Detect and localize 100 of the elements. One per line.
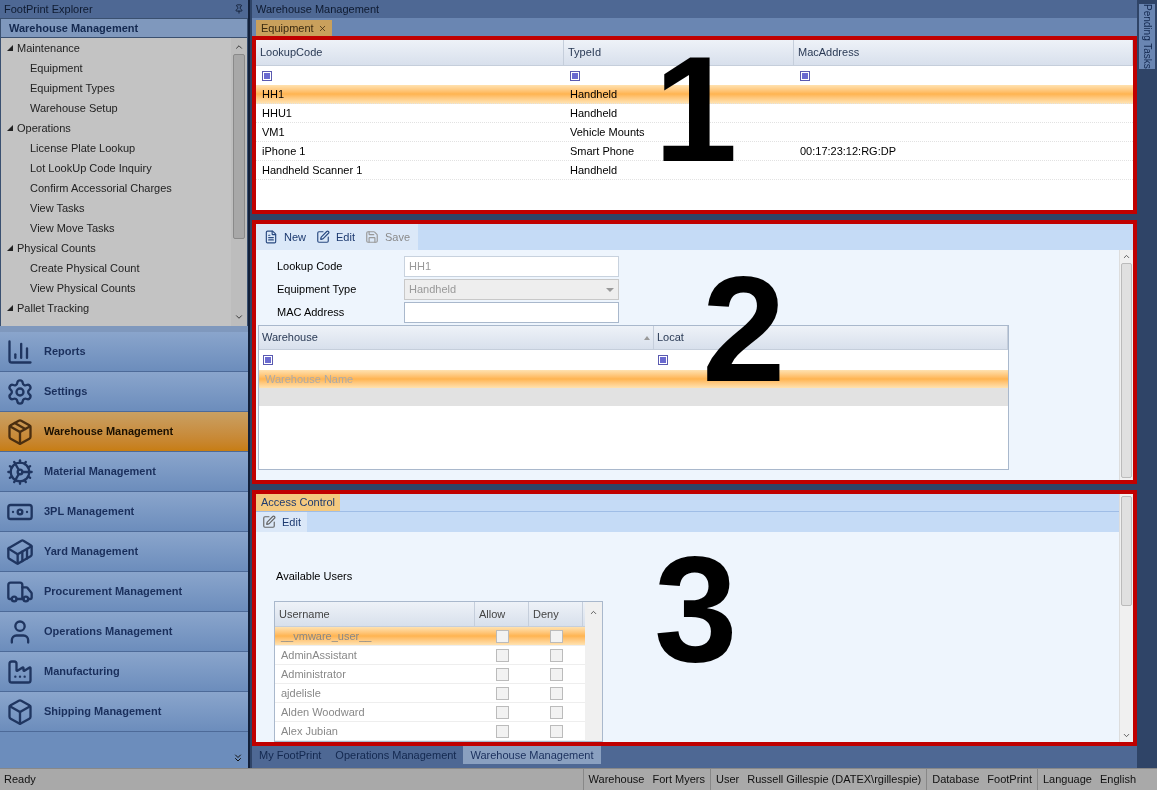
nav-button[interactable]: Material Management xyxy=(0,452,248,492)
checkbox[interactable] xyxy=(495,724,509,738)
save-icon xyxy=(365,230,379,244)
checkbox[interactable] xyxy=(495,705,509,719)
scroll-up-icon[interactable] xyxy=(234,42,244,52)
table-cell: Handheld xyxy=(570,106,618,119)
tree-item[interactable]: License Plate Lookup xyxy=(30,139,136,157)
nav-button[interactable]: Yard Management xyxy=(0,532,248,572)
column-header[interactable]: Warehouse xyxy=(259,326,654,349)
field-label: MAC Address xyxy=(277,305,346,321)
nav-button[interactable]: Warehouse Management xyxy=(0,412,248,452)
tree-item[interactable]: Equipment Types xyxy=(30,79,115,97)
panel-tab[interactable]: Access Control xyxy=(256,494,340,511)
column-header[interactable]: LookupCode xyxy=(256,40,564,65)
checkbox[interactable] xyxy=(549,724,563,738)
tree-item[interactable]: View Tasks xyxy=(30,199,85,217)
tree-item[interactable]: Warehouse Setup xyxy=(30,99,118,117)
box-icon xyxy=(6,697,34,726)
tree-item[interactable]: Equipment xyxy=(30,59,83,77)
document-icon xyxy=(264,230,278,244)
side-tab[interactable]: Pending Tasks xyxy=(1139,4,1155,69)
collapse-arrow-icon[interactable] xyxy=(7,45,13,51)
nav-button[interactable]: Reports xyxy=(0,332,248,372)
nav-button[interactable]: Manufacturing xyxy=(0,652,248,692)
column-header[interactable]: Allow xyxy=(475,602,529,626)
collapse-arrow-icon[interactable] xyxy=(7,125,13,131)
input-field[interactable] xyxy=(404,302,619,323)
column-header[interactable]: MacAddress xyxy=(794,40,1133,65)
tree-item[interactable]: View Move Tasks xyxy=(30,219,115,237)
toolbar-button[interactable]: New xyxy=(262,228,308,246)
toolbar-button[interactable]: Edit xyxy=(256,512,307,532)
status-value: Russell Gillespie (DATEX\rgillespie) xyxy=(747,772,922,788)
scroll-up-icon[interactable] xyxy=(1122,252,1131,261)
checkbox[interactable] xyxy=(495,629,509,643)
table-cell: VM1 xyxy=(262,125,285,138)
nav-button[interactable]: Shipping Management xyxy=(0,692,248,732)
checkbox[interactable] xyxy=(549,705,563,719)
status-value: FootPrint xyxy=(987,772,1032,788)
table-cell: ajdelisle xyxy=(281,686,321,699)
chevron-icon[interactable] xyxy=(232,752,244,764)
table-cell: iPhone 1 xyxy=(262,144,306,157)
nav-button[interactable]: Procurement Management xyxy=(0,572,248,612)
table-row[interactable]: Alex Jubian xyxy=(275,722,585,741)
table-cell: Warehouse Name xyxy=(265,372,354,385)
scroll-down-icon[interactable] xyxy=(234,312,244,322)
table-cell: Alden Woodward xyxy=(281,705,365,718)
table-cell: Administrator xyxy=(281,667,346,680)
tree-item[interactable]: Create Physical Count xyxy=(30,259,140,277)
nav-button[interactable]: 3PL Management xyxy=(0,492,248,532)
checkbox[interactable] xyxy=(549,629,563,643)
table-row[interactable]: AdminAssistant xyxy=(275,646,585,665)
tree-item[interactable]: Maintenance xyxy=(17,39,80,57)
tree-item[interactable]: Operations xyxy=(17,119,71,137)
table-row[interactable]: Alden Woodward xyxy=(275,703,585,722)
factory-icon xyxy=(6,657,34,686)
checkbox[interactable] xyxy=(549,648,563,662)
tree-item[interactable]: Confirm Accessorial Charges xyxy=(30,179,172,197)
workspace-tab[interactable]: Warehouse Management xyxy=(463,746,601,764)
section-caption: Available Users xyxy=(276,570,353,582)
toolbar-button[interactable]: Edit xyxy=(314,228,357,246)
scrollbar[interactable] xyxy=(585,602,602,741)
scroll-up-icon[interactable] xyxy=(589,608,598,617)
tree-item[interactable]: Physical Counts xyxy=(17,239,96,257)
gear-icon xyxy=(6,457,34,486)
status-label: Warehouse xyxy=(588,772,645,788)
close-icon[interactable] xyxy=(317,23,327,33)
status-value: Fort Myers xyxy=(652,772,705,788)
tree-item[interactable]: Lot LookUp Code Inquiry xyxy=(30,159,152,177)
workspace-title: Warehouse Management xyxy=(256,1,380,17)
tree-item[interactable]: View Physical Counts xyxy=(30,279,136,297)
checkbox[interactable] xyxy=(495,686,509,700)
table-cell: HHU1 xyxy=(262,106,292,119)
pin-icon[interactable] xyxy=(234,4,244,14)
checkbox[interactable] xyxy=(549,667,563,681)
scrollbar[interactable] xyxy=(231,38,247,326)
scrollbar[interactable] xyxy=(1119,250,1133,480)
field-label: Lookup Code xyxy=(277,259,344,275)
checkbox[interactable] xyxy=(495,648,509,662)
nav-button[interactable]: Operations Management xyxy=(0,612,248,652)
filter-icon xyxy=(262,70,272,81)
checkbox[interactable] xyxy=(549,686,563,700)
table-cell: Handheld xyxy=(570,163,618,176)
scroll-down-icon[interactable] xyxy=(1122,731,1131,740)
tree-item[interactable]: Pallet Tracking xyxy=(17,299,90,317)
column-header[interactable]: Username xyxy=(275,602,475,626)
scrollbar[interactable] xyxy=(1119,494,1133,742)
checkbox[interactable] xyxy=(495,667,509,681)
collapse-arrow-icon[interactable] xyxy=(7,305,13,311)
filter-icon xyxy=(658,355,668,365)
edit-icon xyxy=(316,230,330,244)
callout-number: 3 xyxy=(654,534,738,684)
table-row[interactable]: ajdelisle xyxy=(275,684,585,703)
table-row[interactable]: Administrator xyxy=(275,665,585,684)
collapse-arrow-icon[interactable] xyxy=(7,245,13,251)
column-header[interactable]: Deny xyxy=(529,602,583,626)
panel-title: FootPrint Explorer xyxy=(4,1,93,17)
settings-icon xyxy=(6,377,34,406)
nav-button[interactable]: Settings xyxy=(0,372,248,412)
table-row[interactable]: Handheld Scanner 1 Handheld xyxy=(256,161,1133,180)
document-tab[interactable]: Equipment xyxy=(256,20,332,36)
